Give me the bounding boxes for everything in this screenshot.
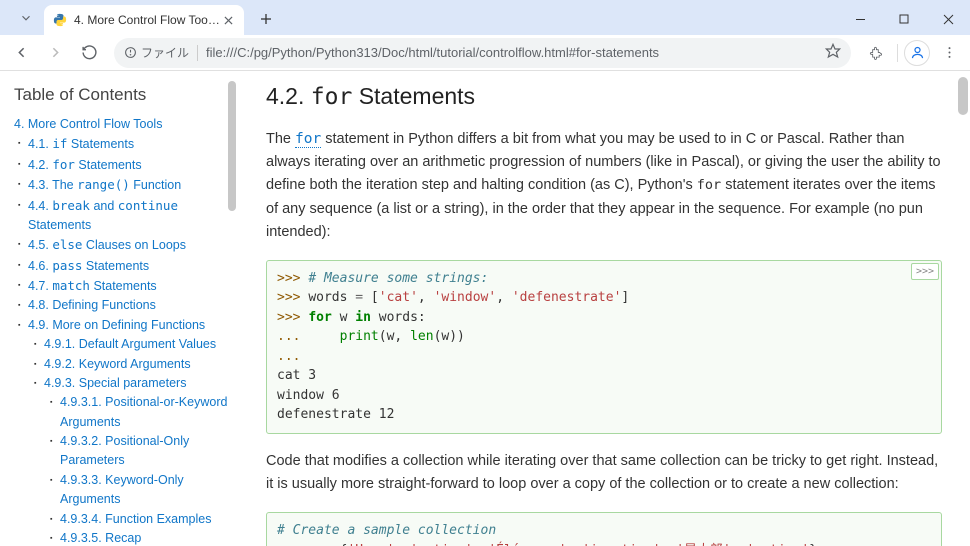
maximize-button[interactable] bbox=[882, 3, 926, 35]
toc-item[interactable]: 4.9.3.1. Positional-or-Keyword Arguments bbox=[14, 393, 228, 432]
profile-button[interactable] bbox=[904, 40, 930, 66]
code-block: >>>>>> # Measure some strings: >>> words… bbox=[266, 260, 942, 434]
for-keyword-link[interactable]: for bbox=[295, 131, 321, 148]
addrbar-separator bbox=[197, 45, 198, 61]
python-favicon bbox=[52, 12, 68, 28]
toc-item[interactable]: 4.8. Defining Functions bbox=[14, 296, 228, 315]
toc-item[interactable]: 4.4. break and continue Statements bbox=[14, 196, 228, 236]
sidebar-scrollbar[interactable] bbox=[226, 77, 238, 540]
tab-strip: 4. More Control Flow Tools — P bbox=[0, 0, 280, 35]
window-controls bbox=[838, 3, 970, 35]
code-block: # Create a sample collection users = {'H… bbox=[266, 512, 942, 546]
paragraph: The for statement in Python differs a bi… bbox=[266, 128, 942, 244]
toc-item[interactable]: 4. More Control Flow Tools bbox=[14, 115, 228, 134]
address-bar[interactable]: ファイル file:///C:/pg/Python/Python313/Doc/… bbox=[114, 38, 851, 68]
browser-tab[interactable]: 4. More Control Flow Tools — P bbox=[44, 5, 244, 35]
main-content: 4.2. for Statements The for statement in… bbox=[238, 71, 970, 546]
toc-item[interactable]: 4.9.3.4. Function Examples bbox=[14, 510, 228, 529]
main-scrollbar[interactable] bbox=[958, 77, 968, 115]
minimize-button[interactable] bbox=[838, 3, 882, 35]
toc-item[interactable]: 4.7. match Statements bbox=[14, 276, 228, 296]
sidebar: Table of Contents 4. More Control Flow T… bbox=[0, 71, 238, 546]
browser-toolbar: ファイル file:///C:/pg/Python/Python313/Doc/… bbox=[0, 35, 970, 71]
toc-item[interactable]: 4.5. else Clauses on Loops bbox=[14, 235, 228, 255]
toc-item[interactable]: 4.9.3.2. Positional-Only Parameters bbox=[14, 432, 228, 471]
new-tab-button[interactable] bbox=[252, 5, 280, 33]
url-scheme-label: ファイル bbox=[141, 44, 189, 61]
toc-item[interactable]: 4.6. pass Statements bbox=[14, 256, 228, 276]
menu-button[interactable] bbox=[934, 38, 964, 68]
toc-item[interactable]: 4.9.3.5. Recap bbox=[14, 529, 228, 546]
tab-title: 4. More Control Flow Tools — P bbox=[74, 13, 220, 27]
toc-item[interactable]: 4.2. for Statements bbox=[14, 155, 228, 175]
file-icon bbox=[124, 46, 137, 59]
tab-search-button[interactable] bbox=[12, 4, 40, 32]
section-heading: 4.2. for Statements bbox=[266, 83, 942, 110]
paragraph: Code that modifies a collection while it… bbox=[266, 450, 942, 496]
forward-button[interactable] bbox=[40, 38, 70, 68]
toc-item[interactable]: 4.9. More on Defining Functions bbox=[14, 316, 228, 335]
url-text: file:///C:/pg/Python/Python313/Doc/html/… bbox=[206, 45, 819, 60]
tab-close-button[interactable] bbox=[220, 12, 236, 28]
back-button[interactable] bbox=[6, 38, 36, 68]
toc-item[interactable]: 4.3. The range() Function bbox=[14, 175, 228, 195]
extensions-button[interactable] bbox=[861, 38, 891, 68]
toc-item[interactable]: 4.9.1. Default Argument Values bbox=[14, 335, 228, 354]
toc-list: 4. More Control Flow Tools4.1. if Statem… bbox=[14, 115, 228, 546]
close-window-button[interactable] bbox=[926, 3, 970, 35]
toc-item[interactable]: 4.9.3.3. Keyword-Only Arguments bbox=[14, 471, 228, 510]
browser-titlebar: 4. More Control Flow Tools — P bbox=[0, 0, 970, 35]
reload-button[interactable] bbox=[74, 38, 104, 68]
toolbar-separator bbox=[897, 44, 898, 62]
toc-item[interactable]: 4.9.3. Special parameters bbox=[14, 374, 228, 393]
page-content: Table of Contents 4. More Control Flow T… bbox=[0, 71, 970, 546]
toc-heading: Table of Contents bbox=[14, 85, 228, 105]
toc-item[interactable]: 4.1. if Statements bbox=[14, 134, 228, 154]
toc-item[interactable]: 4.9.2. Keyword Arguments bbox=[14, 355, 228, 374]
copy-code-button[interactable]: >>> bbox=[911, 263, 939, 280]
bookmark-star-icon[interactable] bbox=[825, 43, 841, 62]
